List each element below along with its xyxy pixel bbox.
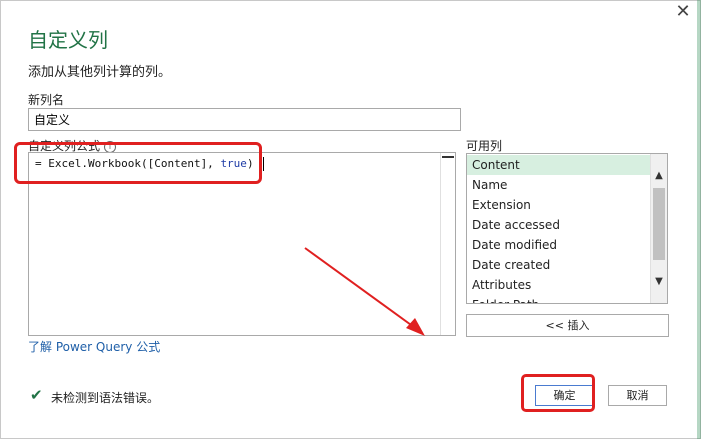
column-item-folder-path[interactable]: Folder Path xyxy=(467,295,651,303)
formula-scrollbar[interactable] xyxy=(440,153,455,335)
window-edge xyxy=(697,0,701,439)
check-icon: ✔ xyxy=(30,386,43,404)
column-item-extension[interactable]: Extension xyxy=(467,195,651,215)
column-item-content[interactable]: Content xyxy=(467,155,651,175)
new-column-name-input[interactable] xyxy=(28,108,461,131)
column-item-attributes[interactable]: Attributes xyxy=(467,275,651,295)
insert-button[interactable]: << 插入 xyxy=(466,314,669,337)
new-column-label: 新列名 xyxy=(28,93,65,107)
column-item-date-modified[interactable]: Date modified xyxy=(467,235,651,255)
scroll-thumb[interactable] xyxy=(653,188,665,260)
column-item-name[interactable]: Name xyxy=(467,175,651,195)
column-item-date-accessed[interactable]: Date accessed xyxy=(467,215,651,235)
text-cursor xyxy=(263,157,264,171)
scroll-up-icon[interactable]: ▲ xyxy=(651,168,667,184)
scroll-down-icon[interactable]: ▼ xyxy=(651,274,667,290)
scroll-marker xyxy=(442,156,454,158)
close-icon[interactable]: ✕ xyxy=(672,2,694,22)
cancel-button[interactable]: 取消 xyxy=(608,385,667,406)
syntax-status: 未检测到语法错误。 xyxy=(51,391,160,405)
column-item-date-created[interactable]: Date created xyxy=(467,255,651,275)
available-columns-list[interactable]: Content Name Extension Date accessed Dat… xyxy=(466,153,668,304)
ok-highlight-annotation xyxy=(521,374,595,412)
formula-highlight-annotation xyxy=(14,142,262,184)
dialog-title: 自定义列 xyxy=(28,28,108,52)
available-columns-label: 可用列 xyxy=(466,139,503,153)
dialog-subtitle: 添加从其他列计算的列。 xyxy=(28,65,172,80)
columns-scrollbar[interactable]: ▲ ▼ xyxy=(650,154,667,303)
learn-power-query-link[interactable]: 了解 Power Query 公式 xyxy=(28,338,160,355)
